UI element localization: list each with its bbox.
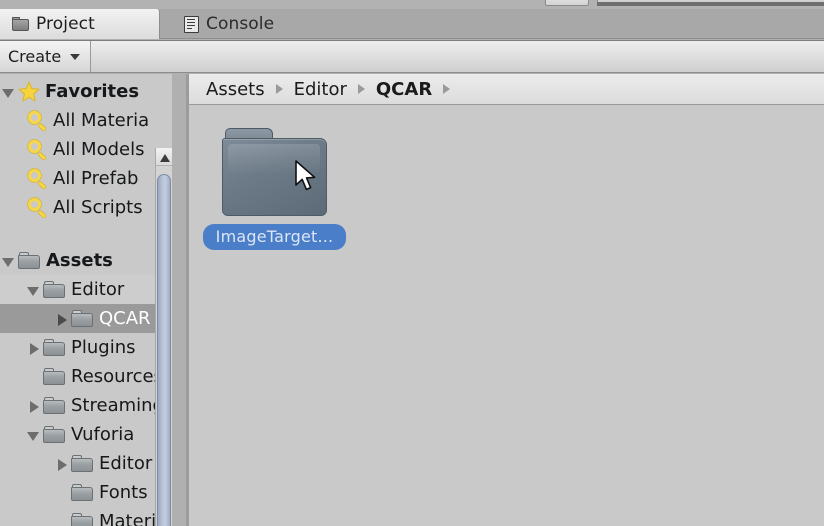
tree-item-materials[interactable]: Materia [0, 507, 172, 526]
tree-item-label: Plugins [71, 337, 136, 358]
tree-item-fonts[interactable]: Fonts [0, 478, 172, 507]
tree-item-label: Fonts [99, 482, 148, 503]
star-icon [18, 81, 40, 102]
tree-item-qcar[interactable]: QCAR [0, 304, 172, 333]
tree-item-editor[interactable]: Editor [0, 275, 172, 304]
scrollbar-thumb[interactable] [157, 174, 171, 526]
twisty-placeholder [55, 486, 69, 500]
tree-item-all-prefabs[interactable]: All Prefab [0, 164, 172, 193]
folder-icon [12, 17, 29, 31]
chevron-down-icon[interactable] [2, 254, 16, 268]
tree-item-vuforia-editor[interactable]: Editor [0, 449, 172, 478]
tab-bar: Project Console [0, 9, 824, 39]
chevron-right-icon[interactable] [27, 341, 41, 355]
chevron-down-icon[interactable] [27, 283, 41, 297]
search-icon [27, 168, 48, 190]
triangle-right-icon [357, 84, 365, 94]
project-toolbar: Create [0, 40, 824, 73]
folder-icon [18, 252, 40, 269]
search-icon [27, 197, 48, 219]
tree-item-label: Assets [46, 250, 113, 271]
twisty-placeholder [27, 370, 41, 384]
tab-project[interactable]: Project [0, 9, 160, 39]
tree-item-all-materials[interactable]: All Materia [0, 106, 172, 135]
upper-panel-edge [0, 0, 824, 9]
project-tree-pane: Favorites All Materia All Models All Pre… [0, 74, 172, 526]
asset-grid: ImageTarget... [189, 106, 824, 526]
console-icon [184, 15, 199, 33]
tree-item-label: Editor [99, 453, 153, 474]
folder-icon [43, 339, 65, 356]
search-icon [27, 110, 48, 132]
tree-item-favorites[interactable]: Favorites [0, 77, 172, 106]
folder-icon [71, 310, 93, 327]
tree-item-label: QCAR [99, 308, 151, 329]
breadcrumb-item-qcar[interactable]: QCAR [374, 79, 434, 100]
tree-item-label: Vuforia [71, 424, 135, 445]
tree-item-plugins[interactable]: Plugins [0, 333, 172, 362]
folder-icon [71, 513, 93, 526]
tree-item-resources[interactable]: Resources [0, 362, 172, 391]
folder-icon [71, 455, 93, 472]
asset-item-label: ImageTarget... [202, 224, 347, 250]
folder-icon [71, 484, 93, 501]
tree-item-assets[interactable]: Assets [0, 246, 172, 275]
chevron-right-icon[interactable] [55, 457, 69, 471]
breadcrumb-item-assets[interactable]: Assets [204, 79, 267, 100]
project-tree: Favorites All Materia All Models All Pre… [0, 74, 172, 526]
breadcrumb: Assets Editor QCAR [189, 74, 824, 105]
tab-console-label: Console [206, 14, 275, 34]
triangle-up-icon[interactable] [156, 148, 172, 166]
tree-item-label: All Prefab [53, 168, 139, 189]
folder-icon [43, 397, 65, 414]
tree-item-all-scripts[interactable]: All Scripts [0, 193, 172, 222]
upper-toolbar-shadow [597, 2, 824, 6]
tree-item-label: Editor [71, 279, 125, 300]
breadcrumb-item-editor[interactable]: Editor [292, 79, 349, 100]
tree-item-label: All Materia [53, 110, 150, 131]
asset-browser-pane: Assets Editor QCAR ImageTarget... [189, 74, 824, 526]
folder-icon [43, 368, 65, 385]
tree-vertical-scrollbar[interactable] [155, 148, 172, 526]
chevron-down-icon[interactable] [27, 428, 41, 442]
unity-project-window: Project Console Create Favorites All Mat… [0, 0, 824, 526]
asset-item-imagetarget[interactable]: ImageTarget... [202, 128, 347, 250]
chevron-right-icon[interactable] [55, 312, 69, 326]
tab-console[interactable]: Console [172, 9, 288, 39]
tab-project-label: Project [36, 14, 95, 34]
tree-item-label: All Scripts [53, 197, 143, 218]
triangle-right-icon [275, 84, 283, 94]
upper-toolbar-chip-left [545, 0, 589, 6]
search-icon [27, 139, 48, 161]
mouse-pointer-icon [295, 160, 321, 194]
tree-item-all-models[interactable]: All Models [0, 135, 172, 164]
tree-item-vuforia[interactable]: Vuforia [0, 420, 172, 449]
chevron-right-icon[interactable] [27, 399, 41, 413]
tree-group-gap [0, 222, 172, 246]
folder-icon [43, 426, 65, 443]
tree-item-label: Favorites [45, 81, 140, 102]
triangle-right-icon [443, 84, 451, 94]
chevron-down-icon [70, 53, 81, 60]
tree-item-streaming-assets[interactable]: Streaming [0, 391, 172, 420]
twisty-placeholder [55, 515, 69, 526]
chevron-down-icon[interactable] [2, 85, 16, 99]
folder-icon [43, 281, 65, 298]
create-button[interactable]: Create [0, 41, 92, 72]
create-button-label: Create [8, 47, 62, 66]
tree-item-label: All Models [53, 139, 145, 160]
